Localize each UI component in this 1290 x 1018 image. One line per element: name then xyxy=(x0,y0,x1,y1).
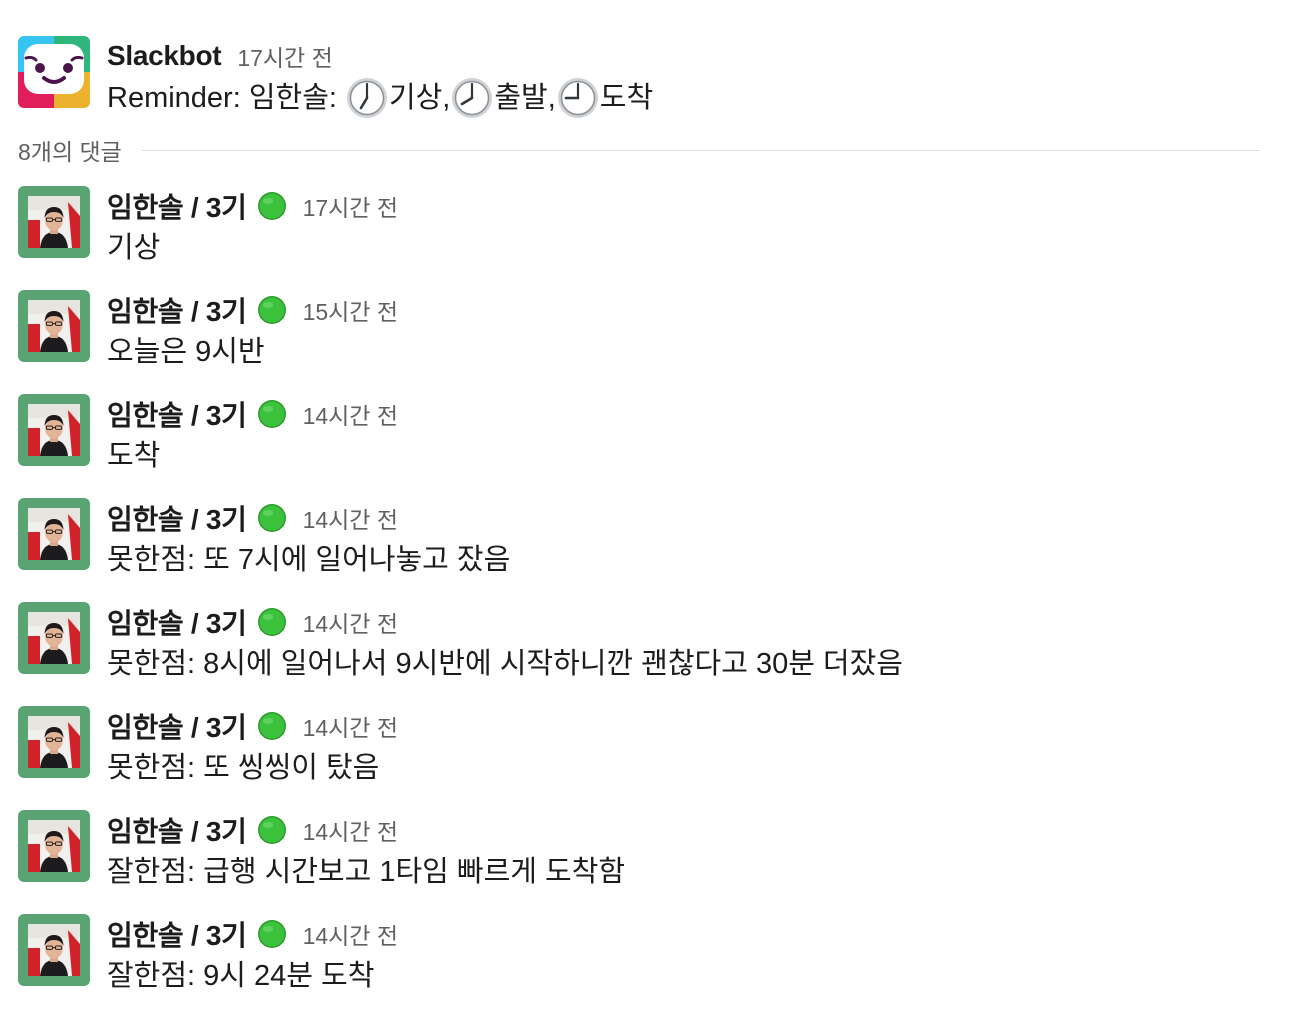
message-text: 못한점: 또 씽씽이 탔음 xyxy=(107,752,380,784)
timestamp[interactable]: 14시간 전 xyxy=(303,917,398,951)
status-green-circle-icon xyxy=(257,399,287,429)
timestamp[interactable]: 14시간 전 xyxy=(303,397,398,431)
sender-name[interactable]: 임한솔 / 3기 xyxy=(107,498,247,538)
reply-message: 임한솔 / 3기 14시간 전 못한점: 8시에 일어나서 9시반에 시작하니깐… xyxy=(18,602,1268,706)
reply-message: 임한솔 / 3기 15시간 전 오늘은 9시반 xyxy=(18,290,1268,394)
message-text: 잘한점: 9시 24분 도착 xyxy=(107,960,375,992)
timestamp[interactable]: 17시간 전 xyxy=(237,39,332,73)
status-green-circle-icon xyxy=(257,711,287,741)
status-green-circle-icon xyxy=(257,295,287,325)
sender-name[interactable]: 임한솔 / 3기 xyxy=(107,810,247,850)
message-text: 못한점: 8시에 일어나서 9시반에 시작하니깐 괜찮다고 30분 더잤음 xyxy=(107,648,903,680)
status-green-circle-icon xyxy=(257,919,287,949)
message-text: 못한점: 또 7시에 일어나놓고 잤음 xyxy=(107,544,511,576)
clock-7-icon xyxy=(345,76,389,120)
reply-count-divider: 8개의 댓글 xyxy=(18,132,1260,168)
sender-name[interactable]: 임한솔 / 3기 xyxy=(107,290,247,330)
reminder-prefix: Reminder: 임한솔: xyxy=(107,82,337,114)
item-label-depart: 출발, xyxy=(494,82,556,114)
timestamp[interactable]: 14시간 전 xyxy=(303,605,398,639)
message-text: 기상 xyxy=(107,232,161,264)
sender-name[interactable]: Slackbot xyxy=(107,40,222,72)
reply-count-label: 8개의 댓글 xyxy=(18,139,122,165)
sender-name[interactable]: 임한솔 / 3기 xyxy=(107,602,247,642)
user-avatar[interactable] xyxy=(18,498,90,570)
item-label-arrive: 도착 xyxy=(599,82,654,114)
slackbot-avatar[interactable] xyxy=(18,36,90,108)
clock-8-icon xyxy=(450,76,494,120)
status-green-circle-icon xyxy=(257,503,287,533)
sender-name[interactable]: 임한솔 / 3기 xyxy=(107,914,247,954)
parent-message: Slackbot 17시간 전 Reminder: 임한솔: 기상, 출발, 도… xyxy=(18,36,1268,140)
reply-message: 임한솔 / 3기 14시간 전 못한점: 또 7시에 일어나놓고 잤음 xyxy=(18,498,1268,602)
sender-name[interactable]: 임한솔 / 3기 xyxy=(107,394,247,434)
status-green-circle-icon xyxy=(257,815,287,845)
reply-message: 임한솔 / 3기 17시간 전 기상 xyxy=(18,186,1268,290)
user-avatar[interactable] xyxy=(18,706,90,778)
sender-name[interactable]: 임한솔 / 3기 xyxy=(107,186,247,226)
status-green-circle-icon xyxy=(257,607,287,637)
clock-9-icon xyxy=(556,76,600,120)
timestamp[interactable]: 14시간 전 xyxy=(303,709,398,743)
message-text: Reminder: 임한솔: 기상, 출발, 도착 xyxy=(107,76,1268,120)
sender-name[interactable]: 임한솔 / 3기 xyxy=(107,706,247,746)
user-avatar[interactable] xyxy=(18,602,90,674)
user-avatar[interactable] xyxy=(18,810,90,882)
item-label-wake: 기상, xyxy=(388,82,451,114)
timestamp[interactable]: 15시간 전 xyxy=(303,293,398,327)
message-text: 오늘은 9시반 xyxy=(107,336,265,368)
timestamp[interactable]: 17시간 전 xyxy=(303,189,398,223)
user-avatar[interactable] xyxy=(18,394,90,466)
reply-message: 임한솔 / 3기 14시간 전 못한점: 또 씽씽이 탔음 xyxy=(18,706,1268,810)
divider-line xyxy=(141,149,1260,151)
timestamp[interactable]: 14시간 전 xyxy=(303,813,398,847)
user-avatar[interactable] xyxy=(18,914,90,986)
timestamp[interactable]: 14시간 전 xyxy=(303,501,398,535)
reply-message: 임한솔 / 3기 14시간 전 도착 xyxy=(18,394,1268,498)
message-text: 잘한점: 급행 시간보고 1타임 빠르게 도착함 xyxy=(107,856,626,888)
user-avatar[interactable] xyxy=(18,186,90,258)
reply-message: 임한솔 / 3기 14시간 전 잘한점: 9시 24분 도착 xyxy=(18,914,1268,1018)
message-text: 도착 xyxy=(107,440,161,472)
user-avatar[interactable] xyxy=(18,290,90,362)
reply-message: 임한솔 / 3기 14시간 전 잘한점: 급행 시간보고 1타임 빠르게 도착함 xyxy=(18,810,1268,914)
status-green-circle-icon xyxy=(257,191,287,221)
